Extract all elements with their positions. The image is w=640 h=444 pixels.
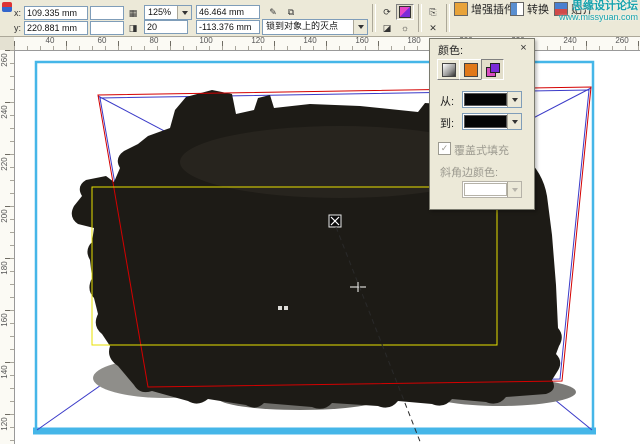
from-color-swatch — [464, 93, 507, 106]
ruler-number: 140 — [0, 365, 9, 379]
depth-field[interactable]: 20 — [144, 20, 188, 34]
vp-mode-value: 锁到对象上的灭点 — [266, 21, 339, 31]
ruler-number: 160 — [355, 36, 369, 45]
ruler-number: 80 — [149, 36, 159, 45]
ruler-number: 240 — [0, 105, 9, 119]
snap-icon — [554, 2, 568, 16]
vp-y-field[interactable]: -113.376 mm — [196, 20, 260, 34]
convert-button[interactable]: 转换 — [508, 2, 551, 16]
vp-x-field[interactable]: 46.464 mm — [196, 5, 260, 19]
size-w-field[interactable] — [90, 6, 124, 20]
vp-mode-combo[interactable]: 锁到对象上的灭点 — [262, 19, 368, 35]
from-color-picker[interactable] — [462, 91, 522, 108]
page-orientation-button[interactable]: ◨ — [124, 20, 142, 36]
zoom-dropdown-icon[interactable] — [177, 6, 191, 19]
extrude-type-button[interactable]: ▦ — [124, 5, 142, 21]
to-color-picker[interactable] — [462, 113, 522, 130]
to-color-swatch — [464, 115, 507, 128]
vanishing-point-handle[interactable] — [328, 214, 342, 228]
artwork — [33, 60, 596, 444]
extrude-rotation-button[interactable]: ⟳ — [378, 4, 396, 20]
ruler-number: 120 — [0, 417, 9, 431]
color-cube-icon — [399, 6, 411, 18]
snap-label: 贴齐 — [571, 4, 593, 16]
extrude-color-docker: 颜色: × 从: 到: ✓ 覆盖式填充 斜角边颜色: — [429, 38, 535, 210]
extrude-color-button[interactable] — [396, 4, 414, 20]
plugin-icon — [454, 2, 468, 16]
toolbar-separator-2 — [418, 4, 422, 32]
ruler-number: 40 — [45, 36, 55, 45]
lighting-button[interactable]: ☼ — [396, 20, 414, 36]
from-label: 从: — [440, 96, 455, 108]
ruler-number: 240 — [563, 36, 577, 45]
zoom-combo[interactable]: 125% — [144, 5, 192, 20]
ruler-origin-box[interactable] — [0, 36, 15, 51]
drape-fill-checkbox[interactable]: ✓ — [438, 142, 451, 155]
ruler-number: 100 — [199, 36, 213, 45]
bevel-button[interactable]: ◪ — [378, 20, 396, 36]
ruler-number: 140 — [303, 36, 317, 45]
drape-fill-label: 覆盖式填充 — [454, 145, 509, 157]
ruler-number: 60 — [97, 36, 107, 45]
bevel-color-picker[interactable] — [462, 181, 522, 198]
ruler-number: 160 — [0, 313, 9, 327]
use-object-fill-button[interactable] — [437, 59, 460, 80]
vertical-ruler[interactable]: 260 240 220 200 180 160 140 120 — [0, 50, 15, 444]
convert-icon — [510, 2, 524, 16]
use-color-shading-button[interactable] — [481, 59, 504, 80]
use-solid-color-button[interactable] — [459, 59, 482, 80]
ruler-number: 220 — [0, 157, 9, 171]
bevel-color-swatch — [464, 183, 507, 196]
color-shading-icon — [486, 63, 500, 77]
pos-y-field[interactable]: 220.881 mm — [24, 21, 88, 35]
toolbar-separator — [372, 4, 376, 32]
pos-x-field[interactable]: 109.335 mm — [24, 6, 88, 20]
size-h-field[interactable] — [90, 21, 124, 35]
property-bar: x: 109.335 mm y: 220.881 mm ▦ ◨ 125% 20 … — [0, 0, 640, 37]
horizontal-ruler[interactable]: 40 60 80 100 120 140 160 180 200 220 240… — [14, 36, 640, 51]
close-icon[interactable]: × — [516, 41, 531, 56]
pos-x-label: x: — [14, 8, 22, 18]
from-dropdown-icon[interactable] — [507, 92, 521, 107]
ruler-number: 260 — [0, 53, 9, 67]
ruler-number: 120 — [251, 36, 265, 45]
object-fill-icon — [441, 62, 456, 77]
bevel-dropdown-icon — [507, 182, 521, 197]
bevel-color-label: 斜角边颜色: — [440, 167, 499, 179]
snap-button[interactable]: 贴齐 — [552, 2, 595, 16]
toolbar-separator-3 — [446, 4, 450, 32]
copy-extrude-button[interactable]: ⎘ — [424, 4, 442, 20]
docker-title: 颜色: — [438, 45, 464, 57]
vp-mode-dropdown-icon[interactable] — [353, 20, 367, 34]
to-label: 到: — [440, 118, 455, 130]
ruler-number: 180 — [0, 261, 9, 275]
app-icon — [2, 2, 12, 12]
to-dropdown-icon[interactable] — [507, 114, 521, 129]
ruler-number: 200 — [0, 209, 9, 223]
convert-label: 转换 — [527, 4, 549, 16]
ruler-number: 260 — [615, 36, 629, 45]
drawing-canvas[interactable] — [14, 50, 640, 444]
clear-extrude-button[interactable]: ✕ — [424, 20, 442, 36]
zoom-value: 125% — [148, 7, 172, 17]
vp-copy-button[interactable]: ⧉ — [282, 4, 300, 20]
vp-edit-button[interactable]: ✎ — [264, 4, 282, 20]
pos-y-label: y: — [14, 23, 22, 33]
solid-color-icon — [463, 62, 478, 77]
ruler-number: 180 — [407, 36, 421, 45]
